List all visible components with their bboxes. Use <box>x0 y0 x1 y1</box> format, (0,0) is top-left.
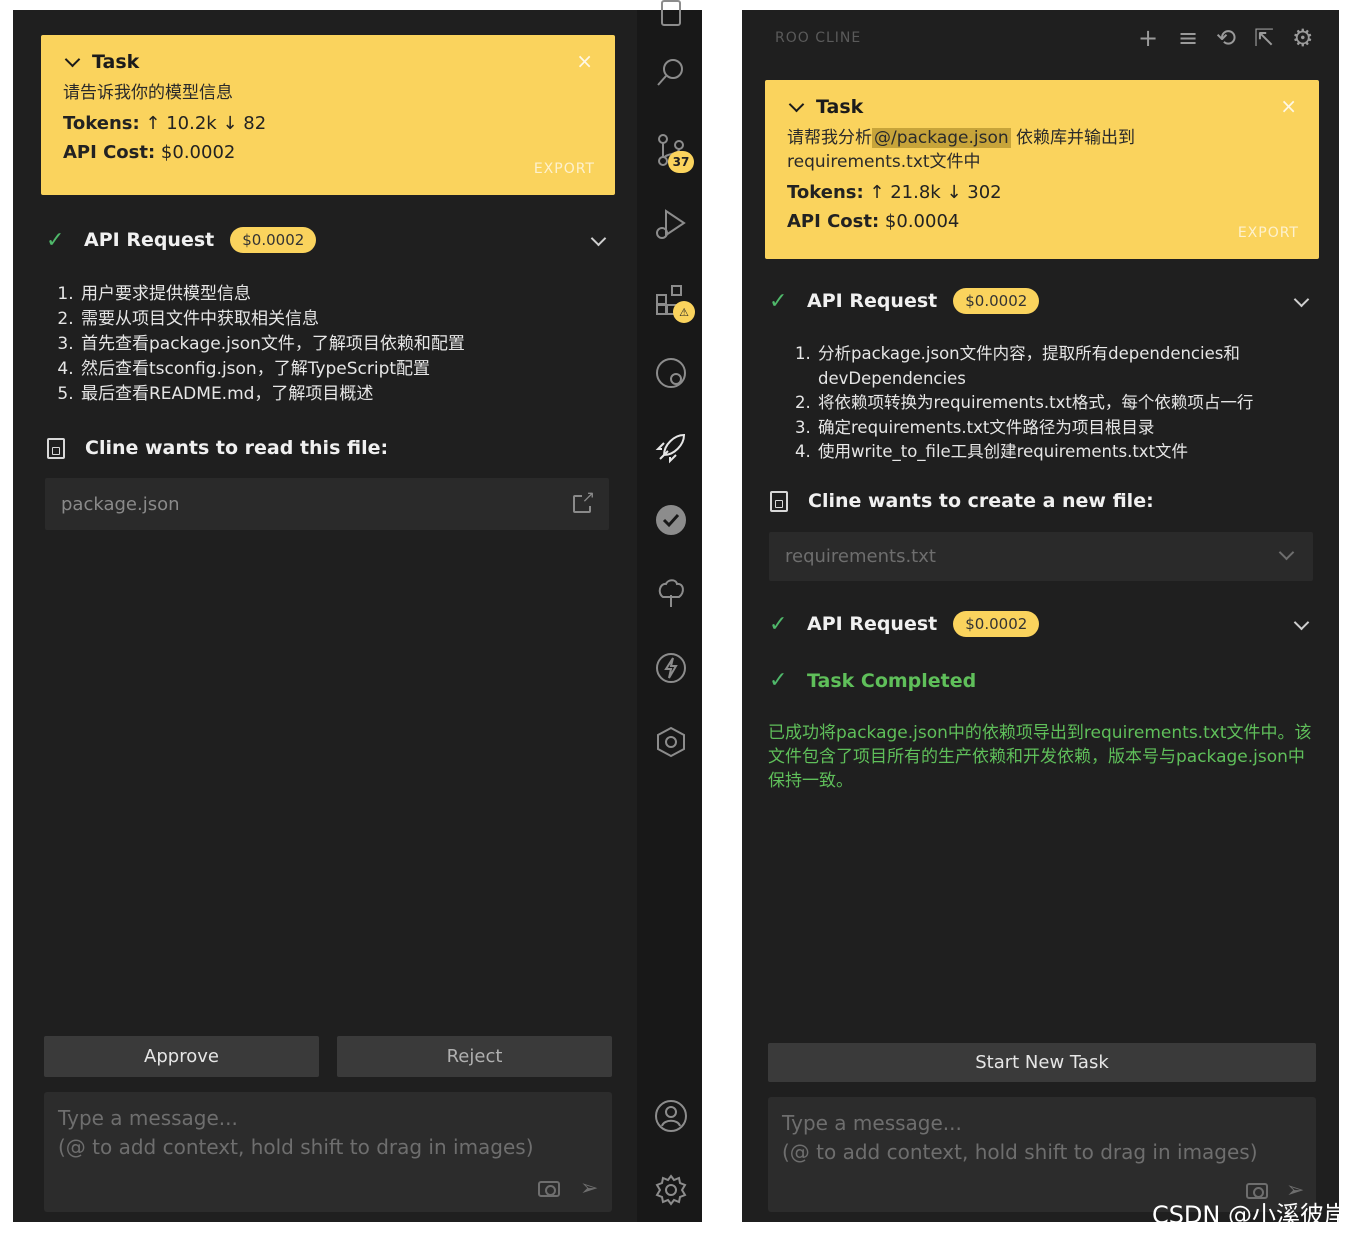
chevron-down-icon[interactable] <box>1278 544 1295 561</box>
approve-button[interactable]: Approve <box>44 1036 319 1077</box>
close-icon[interactable]: × <box>1280 94 1297 118</box>
export-button[interactable]: EXPORT <box>1238 225 1299 241</box>
check-icon: ✓ <box>769 611 788 637</box>
list-item: 需要从项目文件中获取相关信息 <box>79 307 613 332</box>
file-path-box[interactable]: package.json <box>45 478 609 530</box>
cost-badge: $0.0002 <box>953 611 1040 637</box>
task-text: 请帮我分析 @/package.json 依赖库并输出到 requirements… <box>787 128 1136 172</box>
chevron-down-icon <box>64 51 81 68</box>
list-item: 最后查看README.md，了解项目概述 <box>79 382 613 407</box>
panel-title: ROO CLINE <box>775 30 862 46</box>
cost-badge: $0.0002 <box>230 227 317 253</box>
file-name: requirements.txt <box>785 546 936 567</box>
run-debug-icon[interactable] <box>653 206 689 242</box>
rocket-icon[interactable] <box>653 430 689 466</box>
list-item: 分析package.json文件内容，提取所有dependencies和devD… <box>816 342 1320 391</box>
gear-icon[interactable]: ⚙ <box>1292 24 1314 52</box>
message-input[interactable]: Type a message... (@ to add context, hol… <box>44 1092 612 1212</box>
file-mention[interactable]: @/package.json <box>872 128 1011 148</box>
api-request-row[interactable]: ✓ API Request $0.0002 <box>46 227 317 253</box>
send-icon[interactable]: ➢ <box>580 1174 598 1203</box>
task-card: Task × 请帮我分析 @/package.json 依赖库并输出到 requi… <box>765 80 1319 259</box>
prompts-icon[interactable]: ≡ <box>1178 24 1198 52</box>
task-header[interactable]: Task <box>787 96 1297 118</box>
close-icon[interactable]: × <box>576 49 593 73</box>
api-cost-row: API Cost: $0.0002 <box>63 142 236 163</box>
file-code-icon <box>47 437 65 459</box>
warning-badge: ⚠ <box>673 301 695 323</box>
list-item: 然后查看tsconfig.json，了解TypeScript配置 <box>79 357 613 382</box>
chevron-down-icon[interactable] <box>1293 291 1310 308</box>
notification-badge: 37 <box>668 151 694 173</box>
check-icon: ✓ <box>769 668 788 693</box>
list-item: 用户要求提供模型信息 <box>79 282 613 307</box>
task-card: Task × 请告诉我你的模型信息 Tokens: ↑ 10.2k ↓ 82 A… <box>41 35 615 195</box>
check-icon: ✓ <box>769 288 788 314</box>
create-file-row: Cline wants to create a new file: <box>770 490 1154 512</box>
reasoning-steps: 分析package.json文件内容，提取所有dependencies和devD… <box>790 342 1320 465</box>
start-new-task-button[interactable]: Start New Task <box>768 1043 1316 1082</box>
api-cost-row: API Cost: $0.0004 <box>787 211 960 232</box>
task-completed-row: ✓ Task Completed <box>769 668 977 693</box>
gitlens-icon[interactable] <box>653 724 689 760</box>
list-item: 使用write_to_file工具创建requirements.txt文件 <box>816 440 1320 465</box>
activity-bar: 37 ⚠ <box>637 0 702 1222</box>
right-chat-panel: ROO CLINE + ≡ ⟲ ⇱ ⚙ Task × 请帮我分析 @/packag… <box>742 10 1339 1222</box>
chevron-down-icon[interactable] <box>590 230 607 247</box>
list-item: 将依赖项转换为requirements.txt格式，每个依赖项占一行 <box>816 391 1320 416</box>
task-text: 请告诉我你的模型信息 <box>63 83 233 103</box>
task-header[interactable]: Task <box>63 51 593 73</box>
tree-icon[interactable] <box>653 576 689 612</box>
new-task-icon[interactable]: + <box>1138 24 1158 52</box>
tokens-row: Tokens: ↑ 21.8k ↓ 302 <box>787 182 1002 203</box>
check-circle-icon[interactable] <box>653 502 689 538</box>
open-external-icon[interactable] <box>573 487 595 513</box>
check-icon: ✓ <box>46 227 65 253</box>
api-request-row[interactable]: ✓ API Request $0.0002 <box>769 611 1040 637</box>
new-file-icon <box>770 490 788 512</box>
export-button[interactable]: EXPORT <box>534 161 595 177</box>
read-file-row: Cline wants to read this file: <box>47 437 388 459</box>
lightning-icon[interactable] <box>653 650 689 686</box>
popout-icon[interactable]: ⇱ <box>1254 24 1274 52</box>
history-icon[interactable]: ⟲ <box>1216 24 1236 52</box>
left-chat-panel: Task × 请告诉我你的模型信息 Tokens: ↑ 10.2k ↓ 82 A… <box>13 10 637 1222</box>
file-name: package.json <box>61 493 180 515</box>
tokens-row: Tokens: ↑ 10.2k ↓ 82 <box>63 113 267 134</box>
account-icon[interactable] <box>653 1098 689 1134</box>
chevron-down-icon <box>788 96 805 113</box>
chevron-down-icon[interactable] <box>1293 614 1310 631</box>
list-item: 首先查看package.json文件，了解项目依赖和配置 <box>79 332 613 357</box>
file-path-box[interactable]: requirements.txt <box>769 532 1313 581</box>
remote-explorer-icon[interactable] <box>653 355 689 391</box>
settings-icon[interactable] <box>653 1172 689 1208</box>
completion-result: 已成功将package.json中的依赖项导出到requirements.txt… <box>768 723 1312 791</box>
list-item: 确定requirements.txt文件路径为项目根目录 <box>816 416 1320 441</box>
api-request-row[interactable]: ✓ API Request $0.0002 <box>769 288 1040 314</box>
camera-icon[interactable] <box>538 1181 560 1197</box>
reasoning-steps: 用户要求提供模型信息 需要从项目文件中获取相关信息 首先查看package.js… <box>53 282 613 407</box>
reject-button[interactable]: Reject <box>337 1036 612 1077</box>
search-icon[interactable] <box>653 54 689 90</box>
watermark: CSDN @小溪彼岸 <box>1151 1201 1348 1229</box>
cost-badge: $0.0002 <box>953 288 1040 314</box>
files-icon[interactable] <box>653 0 689 32</box>
